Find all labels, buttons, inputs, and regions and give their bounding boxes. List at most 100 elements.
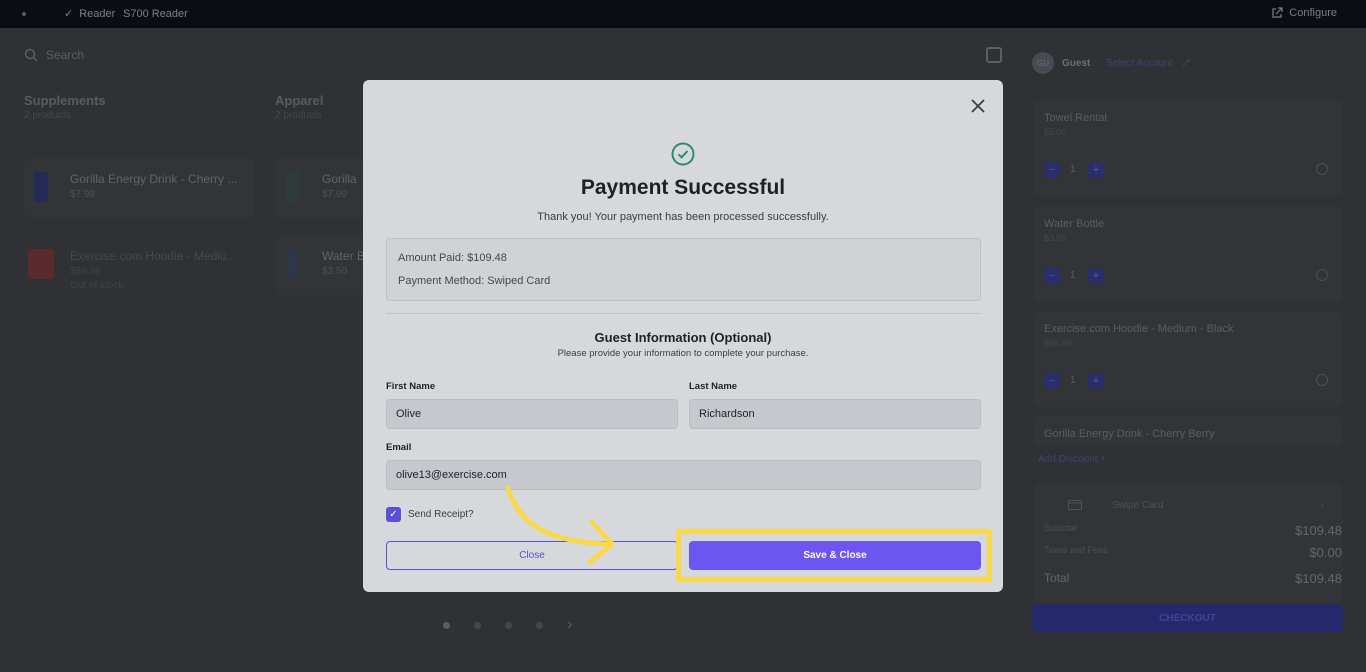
avatar: GU (1032, 52, 1054, 74)
cart-panel: GU Guest Select Account Towel Rental $5.… (1022, 28, 1366, 672)
cart-item-name: Exercise.com Hoodie - Medium - Black (1044, 323, 1234, 335)
product-card[interactable]: Gorilla Energy Drink - Cherry ... $7.99 (24, 158, 254, 218)
remove-item-icon[interactable] (1316, 374, 1328, 386)
decrease-qty-button[interactable]: − (1044, 162, 1060, 178)
cart-item-name: Gorilla Energy Drink - Cherry Berry (1044, 428, 1215, 440)
category-count: 2 products (24, 110, 71, 121)
pointer-arrow-icon (505, 485, 615, 565)
last-name-label: Last Name (689, 381, 738, 392)
stock-status: Out of stock (70, 280, 124, 291)
card-icon (1068, 500, 1082, 510)
total-row: Total $109.48 (1044, 571, 1342, 586)
cart-item-qty: 1 (1070, 164, 1076, 175)
modal-title: Payment Successful (580, 176, 786, 199)
reader-label: Reader (79, 7, 116, 20)
payment-method-label: Swipe Card (1112, 499, 1164, 511)
first-name-field[interactable]: Olive (386, 399, 678, 429)
amount-paid-value: $109.48 (467, 252, 507, 264)
cart-item-price: $3.50 (1044, 233, 1067, 243)
total-value: $109.48 (1295, 571, 1342, 586)
cart-item: Gorilla Energy Drink - Cherry Berry (1034, 416, 1342, 446)
category-supplements[interactable]: Supplements 2 products (24, 84, 254, 140)
amount-paid-label: Amount Paid: (398, 252, 465, 264)
email-label: Email (386, 442, 412, 453)
page-dot[interactable] (443, 621, 450, 629)
payment-method-label: Payment Method: (398, 275, 485, 287)
page-dot[interactable] (536, 621, 543, 629)
category-name: Supplements (24, 93, 106, 108)
remove-item-icon[interactable] (1316, 163, 1328, 175)
cart-item-name: Water Bottle (1044, 218, 1105, 230)
product-price: $7.99 (322, 189, 348, 200)
product-name: Gorilla (322, 172, 357, 186)
product-price: $7.99 (70, 189, 96, 200)
success-check-icon (671, 142, 695, 166)
cart-item-price: $5.00 (1044, 127, 1067, 137)
subtotal-row: Subtotal $109.48 (1044, 523, 1342, 538)
checkout-button[interactable]: CHECKOUT (1032, 604, 1343, 632)
select-account-link[interactable]: Select Account (1106, 58, 1172, 69)
taxes-row: Taxes and Fees $0.00 (1044, 545, 1342, 560)
remove-item-icon[interactable] (1316, 269, 1328, 281)
email-field[interactable]: olive13@exercise.com (386, 460, 981, 490)
increase-qty-button[interactable]: + (1088, 268, 1104, 284)
taxes-label: Taxes and Fees (1044, 545, 1108, 555)
cart-user: GU Guest Select Account (1032, 52, 1191, 74)
chevron-right-icon[interactable]: › (567, 616, 572, 634)
guest-info-title: Guest Information (Optional) (594, 330, 772, 345)
product-card[interactable]: Exercise.com Hoodie - Mediu... $59.99 Ou… (24, 235, 254, 295)
check-icon: ✓ (64, 8, 74, 20)
page-dot[interactable] (474, 621, 481, 629)
menu-dot-icon[interactable] (22, 12, 26, 16)
pagination: › (443, 616, 572, 634)
highlight-box (676, 529, 992, 582)
product-image (34, 172, 48, 202)
product-price: $59.99 (70, 266, 101, 277)
increase-qty-button[interactable]: + (1088, 162, 1104, 178)
amount-paid: Amount Paid: $109.48 (398, 252, 507, 264)
user-label: Guest (1062, 57, 1091, 69)
product-name: Gorilla Energy Drink - Cherry ... (70, 172, 238, 186)
taxes-value: $0.00 (1309, 545, 1342, 560)
send-receipt-label: Send Receipt? (408, 509, 474, 520)
order-summary: Swipe Card › Subtotal $109.48 Taxes and … (1034, 483, 1342, 603)
payment-details-box: Amount Paid: $109.48 Payment Method: Swi… (386, 238, 981, 301)
payment-method-select[interactable]: Swipe Card › (1046, 491, 1330, 519)
guest-info-subtitle: Please provide your information to compl… (557, 348, 809, 359)
cart-item-name: Towel Rental (1044, 112, 1107, 124)
increase-qty-button[interactable]: + (1088, 373, 1104, 389)
payment-success-modal: Payment Successful Thank you! Your payme… (363, 80, 1003, 592)
product-name: Exercise.com Hoodie - Mediu... (70, 249, 237, 263)
cart-item: Exercise.com Hoodie - Medium - Black $59… (1034, 311, 1342, 407)
add-discount-link[interactable]: Add Discount + (1038, 454, 1106, 465)
divider (386, 313, 981, 314)
cart-item-qty: 1 (1070, 375, 1076, 386)
page-dot[interactable] (505, 621, 512, 629)
reader-status: ✓ Reader (64, 7, 116, 21)
payment-method: Payment Method: Swiped Card (398, 275, 550, 287)
cart-item-qty: 1 (1070, 270, 1076, 281)
product-image (286, 172, 300, 202)
configure-button[interactable]: Configure (1271, 7, 1337, 19)
send-receipt-checkbox[interactable]: ✓ (386, 507, 401, 522)
edit-icon[interactable] (1181, 58, 1191, 68)
last-name-field[interactable]: Richardson (689, 399, 981, 429)
modal-subtitle: Thank you! Your payment has been process… (537, 211, 829, 223)
cart-item-price: $59.99 (1044, 338, 1072, 348)
product-name: Water B (322, 249, 365, 263)
decrease-qty-button[interactable]: − (1044, 373, 1060, 389)
barcode-scan-icon[interactable] (986, 47, 1002, 63)
external-link-icon (1272, 7, 1283, 18)
close-icon[interactable] (969, 97, 987, 115)
configure-label: Configure (1289, 7, 1337, 19)
search-icon (24, 48, 38, 62)
search-bar[interactable]: Search (24, 48, 84, 62)
add-discount-label: Add Discount (1038, 454, 1098, 465)
send-receipt-option[interactable]: ✓ Send Receipt? (386, 507, 474, 522)
product-image (289, 249, 297, 279)
search-input[interactable]: Search (46, 48, 84, 62)
top-bar: ✓ Reader S700 Reader Configure (0, 0, 1366, 28)
first-name-label: First Name (386, 381, 436, 392)
chevron-right-icon: › (1320, 499, 1324, 511)
decrease-qty-button[interactable]: − (1044, 268, 1060, 284)
